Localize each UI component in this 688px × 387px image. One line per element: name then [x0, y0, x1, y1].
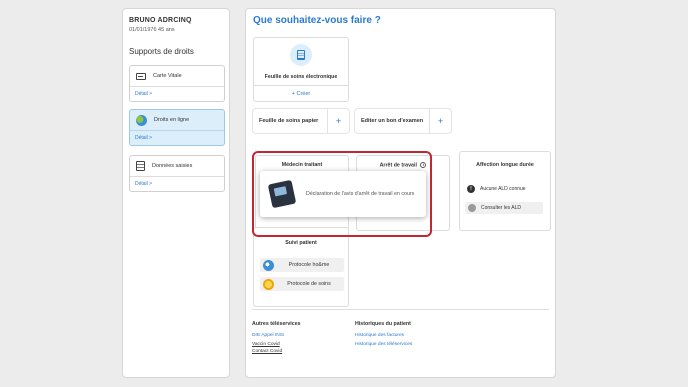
card-header: Données saisies [130, 156, 224, 177]
consulter-ald-label: Consulter les ALD [481, 205, 522, 211]
search-icon [468, 204, 476, 212]
card-label: Données saisies [152, 163, 193, 169]
soins-protocol-icon [263, 278, 274, 290]
feuille-papier-label: Feuille de soins papier [259, 117, 319, 124]
tooltip-text: Déclaration de l'avis d'arrêt de travail… [306, 191, 415, 197]
create-fse-button[interactable]: + Créer [254, 85, 348, 101]
actions-panel: Que souhaitez-vous faire ? Feuille de so… [245, 8, 556, 378]
consulter-ald-button[interactable]: Consulter les ALD [465, 202, 543, 214]
page-title: Que souhaitez-vous faire ? [253, 15, 381, 26]
detail-link[interactable]: Détail > [130, 131, 224, 141]
suivi-patient-tile: Suivi patient Protocole ho&me Protocole … [253, 227, 349, 307]
fse-tile: Feuille de soins électronique + Créer [253, 37, 349, 102]
divider [252, 309, 549, 310]
patient-sidebar: BRUNO ADRCINQ 01/01/1976 45 ans Supports… [122, 8, 230, 378]
dre-appel-insi-link[interactable]: DrE Appel INSi [252, 333, 301, 338]
patient-name: BRUNO ADRCINQ [129, 17, 192, 24]
carte-vitale-card[interactable]: Carte Vitale Détail > [129, 65, 225, 102]
autres-teleservices: Autres téléservices DrE Appel INSi Vacci… [252, 321, 301, 356]
alert-icon: ! [467, 185, 475, 193]
protocole-home-label: Protocole ho&me [288, 262, 330, 268]
add-bon-examen-button[interactable]: + [429, 109, 451, 133]
donnees-saisies-card[interactable]: Données saisies Détail > [129, 155, 225, 192]
add-feuille-papier-button[interactable]: + [327, 109, 349, 133]
fse-title: Feuille de soins électronique [264, 74, 338, 80]
historiques-patient: Historiques du patient Historique des fa… [355, 321, 412, 351]
ald-tile: Affection longue durée ! Aucune ALD conn… [459, 151, 551, 231]
historique-factures-link[interactable]: Historique des factures [355, 333, 412, 338]
autres-teleservices-title: Autres téléservices [252, 321, 301, 327]
historiques-title: Historiques du patient [355, 321, 411, 327]
card-label: Carte Vitale [153, 73, 182, 79]
home-protocol-icon [263, 259, 274, 271]
detail-link[interactable]: Détail > [130, 177, 224, 187]
ald-status-label: Aucune ALD connue [480, 186, 526, 192]
arret-travail-tooltip: Déclaration de l'avis d'arrêt de travail… [260, 171, 426, 217]
protocole-home-button[interactable]: Protocole ho&me [260, 258, 344, 272]
document-icon [136, 161, 145, 171]
fse-document-icon [290, 44, 312, 66]
protocole-soins-button[interactable]: Protocole de soins [260, 277, 344, 291]
bon-examen-tile[interactable]: Editer un bon d'examen + [355, 109, 451, 133]
historique-teleservices-link[interactable]: Historique des téléservices [355, 342, 412, 347]
patient-dob: 01/01/1976 45 ans [129, 27, 175, 33]
card-header: Droits en ligne [130, 110, 224, 131]
feuille-papier-tile[interactable]: Feuille de soins papier + [253, 109, 349, 133]
supports-title: Supports de droits [129, 47, 194, 56]
card-label: Droits en ligne [154, 117, 190, 123]
detail-link[interactable]: Détail > [130, 87, 224, 97]
vaccin-covid-link[interactable]: Vaccin Covid [252, 342, 301, 347]
contact-covid-link[interactable]: Contact Covid [252, 349, 301, 354]
protocole-soins-label: Protocole de soins [287, 281, 331, 287]
bon-examen-label: Editer un bon d'examen [361, 117, 424, 124]
ald-status: ! Aucune ALD connue [467, 185, 526, 193]
droits-en-ligne-card[interactable]: Droits en ligne Détail > [129, 109, 225, 146]
suivi-patient-title: Suivi patient [285, 240, 317, 246]
card-reader-icon [267, 179, 297, 209]
card-header: Carte Vitale [130, 66, 224, 87]
ald-title: Affection longue durée [476, 162, 534, 168]
globe-icon [136, 114, 147, 126]
card-icon [136, 72, 146, 80]
